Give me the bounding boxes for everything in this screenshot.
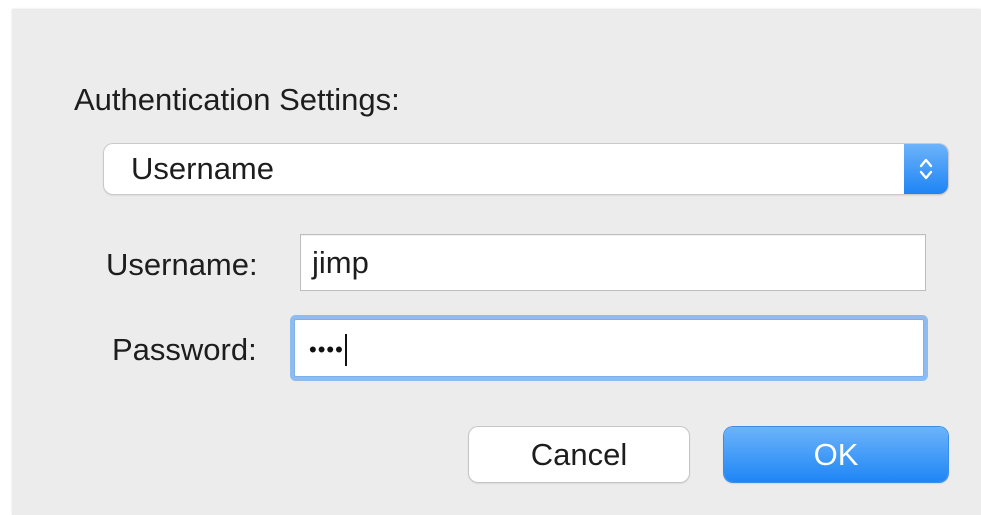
password-field[interactable]: •••• [294, 319, 924, 377]
updown-chevron-icon [904, 144, 948, 194]
auth-method-value: Username [131, 151, 274, 186]
cancel-button[interactable]: Cancel [469, 427, 689, 482]
ok-button[interactable]: OK [724, 427, 948, 482]
username-value: jimp [312, 245, 369, 280]
text-caret [344, 334, 347, 366]
authentication-dialog: Authentication Settings: Username Userna… [12, 10, 981, 515]
section-title: Authentication Settings: [74, 82, 400, 117]
auth-method-popup[interactable]: Username [104, 144, 948, 194]
username-field[interactable]: jimp [300, 234, 926, 291]
username-label: Username: [106, 247, 258, 282]
password-masked-value: •••• [309, 337, 344, 362]
password-label: Password: [112, 332, 257, 367]
